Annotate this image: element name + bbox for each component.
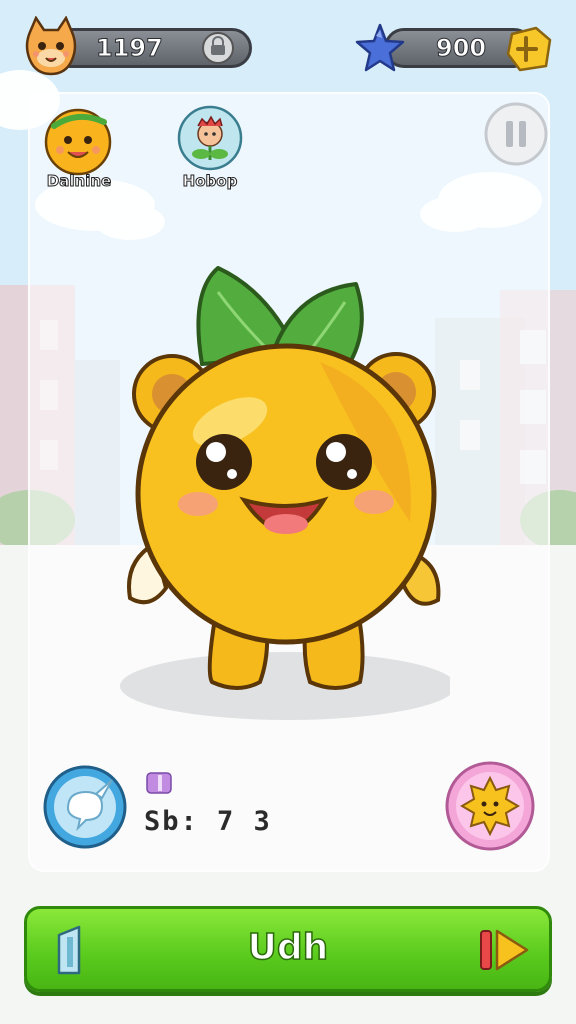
primary-action-label: Udh [247,926,329,969]
player-avatar-1[interactable] [42,104,114,176]
blue-star-icon [355,23,405,72]
sun-face-icon [460,775,520,837]
character-sprite[interactable] [120,262,450,722]
coins-value: 1197 [96,34,164,63]
player-name-1: Dalnine [46,172,112,191]
primary-action-button[interactable]: Udh [24,906,552,992]
player-avatar-2[interactable] [176,104,244,172]
yellow-gem-icon[interactable] [502,22,554,74]
pause-button[interactable] [484,102,548,166]
player-name-2: Hobop [182,172,238,191]
speech-bubble-button[interactable] [42,764,128,850]
play-arrow-icon [480,929,529,971]
stat-readout: Sb: 7 3 [144,806,272,837]
sun-button[interactable] [444,760,536,852]
lock-badge-icon[interactable] [200,31,236,65]
cat-face-icon [25,16,77,76]
tag-icon [146,772,172,794]
stars-value: 900 [435,34,487,63]
